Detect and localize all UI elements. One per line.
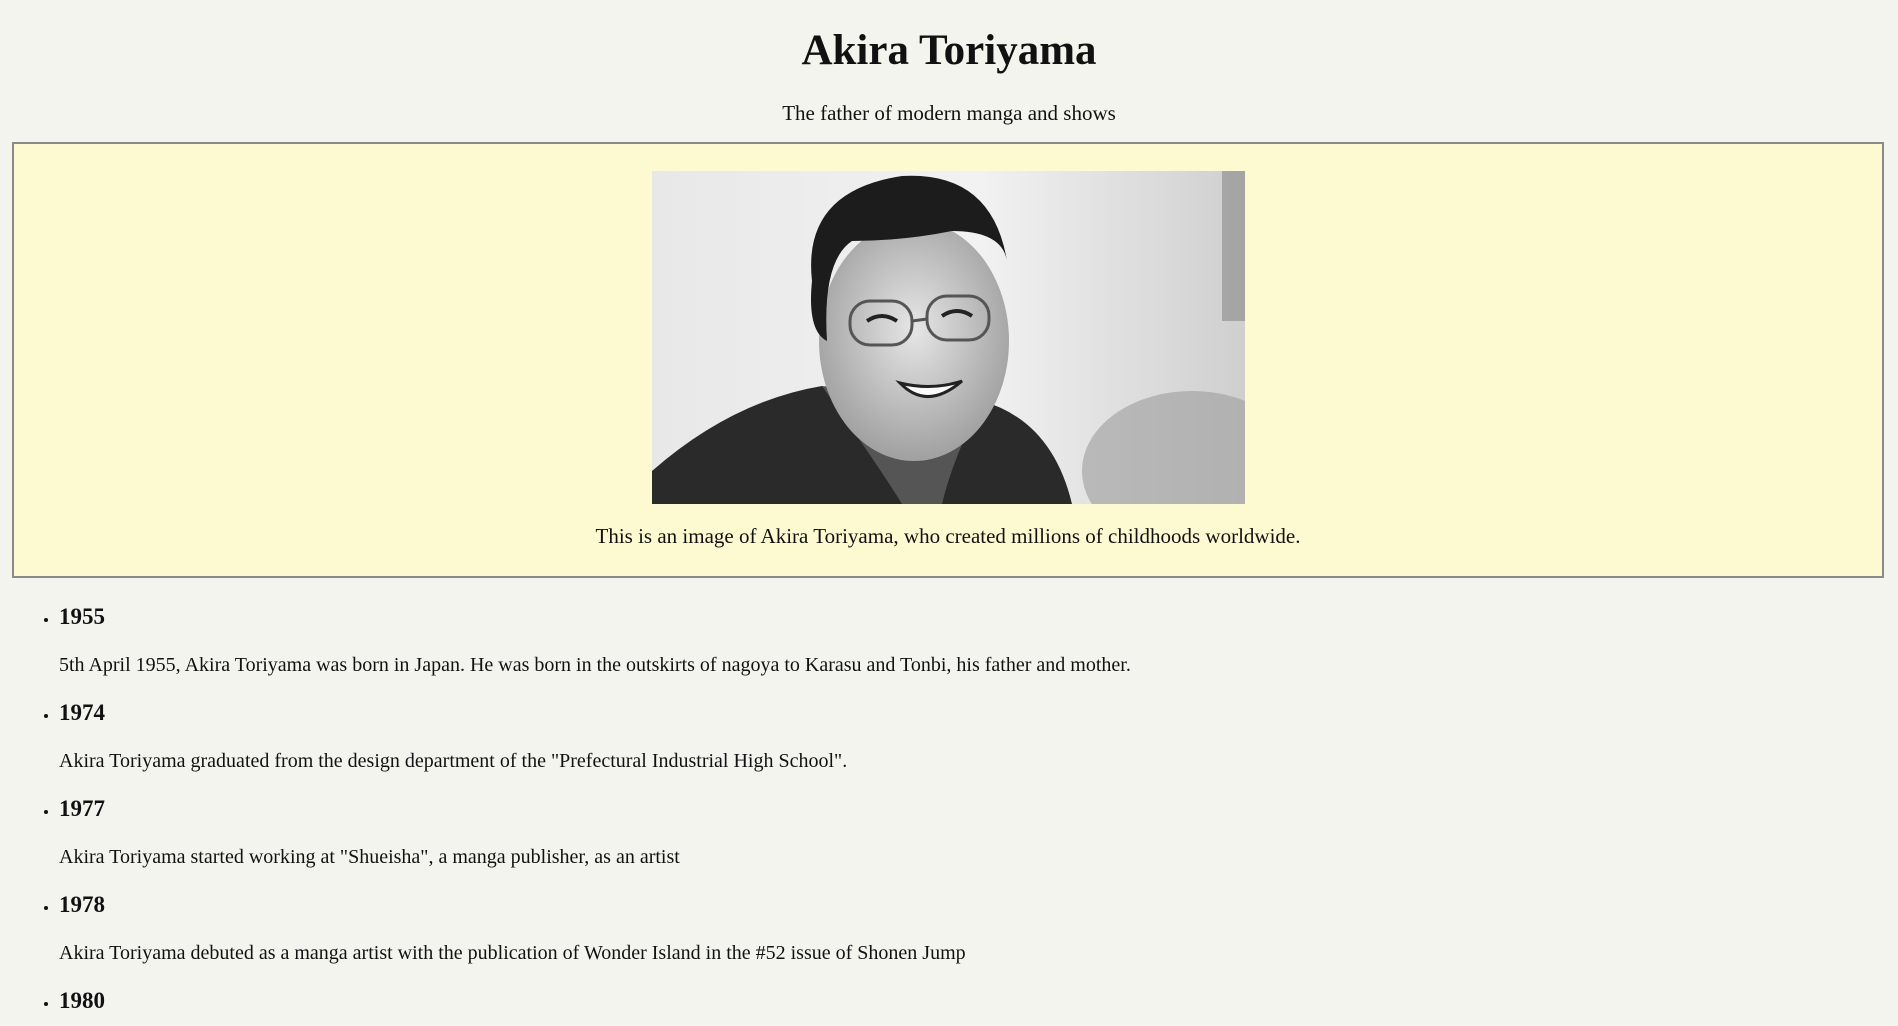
timeline-item: 1980 [59,977,1859,1025]
portrait-image [652,171,1245,504]
timeline-item: 1977 Akira Toriyama started working at "… [59,785,1859,881]
timeline-text: Akira Toriyama graduated from the design… [59,750,848,772]
page: Akira Toriyama The father of modern mang… [0,0,1898,1026]
timeline-item: 1955 5th April 1955, Akira Toriyama was … [59,593,1859,689]
timeline-year: 1978 [59,892,105,917]
timeline-text: Akira Toriyama debuted as a manga artist… [59,942,966,964]
timeline-list: 1955 5th April 1955, Akira Toriyama was … [12,593,1859,1025]
timeline-text: 5th April 1955, Akira Toriyama was born … [59,654,1131,676]
photo-section: This is an image of Akira Toriyama, who … [12,142,1884,578]
timeline-text: Akira Toriyama started working at "Shuei… [59,846,680,868]
page-subtitle: The father of modern manga and shows [782,101,1116,125]
page-title: Akira Toriyama [801,27,1097,74]
timeline-year: 1977 [59,796,105,821]
timeline-item: 1974 Akira Toriyama graduated from the d… [59,689,1859,785]
timeline-year: 1980 [59,988,105,1013]
timeline-year: 1955 [59,604,105,629]
timeline-item: 1978 Akira Toriyama debuted as a manga a… [59,881,1859,977]
photo-caption: This is an image of Akira Toriyama, who … [595,524,1301,548]
timeline-year: 1974 [59,700,105,725]
